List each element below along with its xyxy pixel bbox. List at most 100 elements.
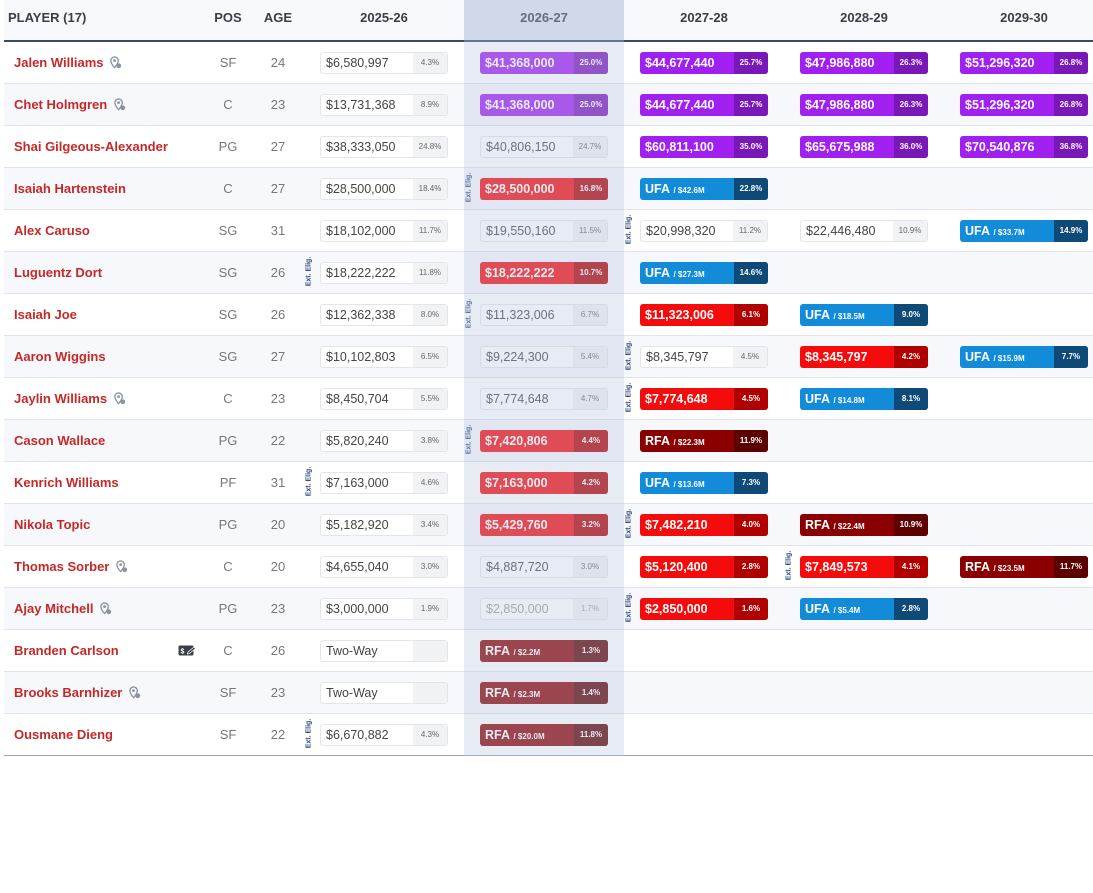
player-name-link[interactable]: Nikola Topic (14, 504, 90, 545)
salary-cell[interactable]: $5,120,400 2.8% (640, 556, 768, 578)
salary-cell[interactable]: $70,540,876 36.8% (960, 136, 1088, 158)
player-name-link[interactable]: Isaiah Hartenstein (14, 168, 126, 209)
player-name[interactable]: Ajay Mitchell (14, 601, 93, 616)
player-name-link[interactable]: Cason Wallace (14, 420, 105, 461)
salary-cell[interactable]: $41,368,000 25.0% (480, 52, 608, 74)
player-name-link[interactable]: Ousmane Dieng (14, 714, 113, 755)
player-name[interactable]: Luguentz Dort (14, 265, 102, 280)
header-season-2029-30[interactable]: 2029-30 (944, 0, 1093, 40)
salary-cell[interactable]: UFA / $14.8M 8.1% (800, 388, 928, 410)
salary-cell[interactable]: $6,580,997 4.3% (320, 52, 448, 74)
salary-cell[interactable]: RFA / $22.4M 10.9% (800, 514, 928, 536)
player-name[interactable]: Cason Wallace (14, 433, 105, 448)
player-name-link[interactable]: Thomas Sorber (14, 546, 128, 587)
header-season-2026-27[interactable]: 2026-27 (464, 0, 624, 40)
salary-cell[interactable]: $5,429,760 3.2% (480, 514, 608, 536)
player-name-link[interactable]: Aaron Wiggins (14, 336, 106, 377)
salary-cell[interactable]: Two-Way (320, 640, 448, 662)
player-name[interactable]: Nikola Topic (14, 517, 90, 532)
player-name-link[interactable]: Alex Caruso (14, 210, 90, 251)
player-name-link[interactable]: Shai Gilgeous-Alexander (14, 126, 168, 167)
salary-cell[interactable]: $13,731,368 8.9% (320, 94, 448, 116)
player-name-link[interactable]: Brooks Barnhizer (14, 672, 141, 713)
salary-cell[interactable]: $7,163,000 4.6% (320, 472, 448, 494)
salary-cell[interactable]: $19,550,160 11.5% (480, 220, 608, 242)
salary-cell[interactable]: UFA / $13.6M 7.3% (640, 472, 768, 494)
salary-cell[interactable]: $7,774,648 4.5% (640, 388, 768, 410)
salary-cell[interactable]: $7,482,210 4.0% (640, 514, 768, 536)
salary-cell[interactable]: RFA / $23.5M 11.7% (960, 556, 1088, 578)
player-name[interactable]: Brooks Barnhizer (14, 685, 122, 700)
salary-cell[interactable]: $10,102,803 6.5% (320, 346, 448, 368)
salary-cell[interactable]: $40,806,150 24.7% (480, 136, 608, 158)
salary-cell[interactable]: $18,222,222 11.8% (320, 262, 448, 284)
player-name[interactable]: Thomas Sorber (14, 559, 109, 574)
player-name[interactable]: Kenrich Williams (14, 475, 119, 490)
salary-cell[interactable]: $4,655,040 3.0% (320, 556, 448, 578)
header-age[interactable]: AGE (258, 0, 298, 40)
salary-cell[interactable]: $47,986,880 26.3% (800, 52, 928, 74)
player-name-link[interactable]: Kenrich Williams (14, 462, 119, 503)
player-name-link[interactable]: Ajay Mitchell (14, 588, 112, 629)
salary-cell[interactable]: $44,677,440 25.7% (640, 94, 768, 116)
salary-cell[interactable]: $20,998,320 11.2% (640, 220, 768, 242)
salary-cell[interactable]: UFA / $42.6M 22.8% (640, 178, 768, 200)
salary-cell[interactable]: $47,986,880 26.3% (800, 94, 928, 116)
player-name[interactable]: Chet Holmgren (14, 97, 107, 112)
player-name[interactable]: Ousmane Dieng (14, 727, 113, 742)
salary-cell[interactable]: $41,368,000 25.0% (480, 94, 608, 116)
salary-cell[interactable]: RFA / $20.0M 11.8% (480, 724, 608, 746)
player-name[interactable]: Jaylin Williams (14, 391, 107, 406)
player-name[interactable]: Jalen Williams (14, 55, 103, 70)
header-player[interactable]: PLAYER (17) (8, 0, 86, 40)
salary-cell[interactable]: RFA / $22.3M 11.9% (640, 430, 768, 452)
salary-cell[interactable]: $7,420,806 4.4% (480, 430, 608, 452)
player-name-link[interactable]: Jalen Williams (14, 42, 122, 83)
salary-cell[interactable]: $18,222,222 10.7% (480, 262, 608, 284)
salary-cell[interactable]: RFA / $2.3M 1.4% (480, 682, 608, 704)
salary-cell[interactable]: $5,182,920 3.4% (320, 514, 448, 536)
salary-cell[interactable]: $2,850,000 1.7% (480, 598, 608, 620)
salary-cell[interactable]: $7,163,000 4.2% (480, 472, 608, 494)
salary-cell[interactable]: $44,677,440 25.7% (640, 52, 768, 74)
salary-cell[interactable]: $51,296,320 26.8% (960, 52, 1088, 74)
salary-cell[interactable]: $51,296,320 26.8% (960, 94, 1088, 116)
salary-cell[interactable]: $11,323,006 6.7% (480, 304, 608, 326)
salary-cell[interactable]: UFA / $33.7M 14.9% (960, 220, 1088, 242)
player-name-link[interactable]: Jaylin Williams (14, 378, 126, 419)
player-name[interactable]: Aaron Wiggins (14, 349, 106, 364)
header-pos[interactable]: POS (208, 0, 248, 40)
player-name-link[interactable]: Isaiah Joe (14, 294, 77, 335)
salary-cell[interactable]: $6,670,882 4.3% (320, 724, 448, 746)
salary-cell[interactable]: $38,333,050 24.8% (320, 136, 448, 158)
salary-cell[interactable]: $65,675,988 36.0% (800, 136, 928, 158)
player-name-link[interactable]: Chet Holmgren (14, 84, 126, 125)
salary-cell[interactable]: $7,774,648 4.7% (480, 388, 608, 410)
salary-cell[interactable]: RFA / $2.2M 1.3% (480, 640, 608, 662)
salary-cell[interactable]: $9,224,300 5.4% (480, 346, 608, 368)
salary-cell[interactable]: $7,849,573 4.1% (800, 556, 928, 578)
salary-cell[interactable]: $3,000,000 1.9% (320, 598, 448, 620)
salary-cell[interactable]: UFA / $5.4M 2.8% (800, 598, 928, 620)
salary-cell[interactable]: $18,102,000 11.7% (320, 220, 448, 242)
salary-cell[interactable]: $8,345,797 4.5% (640, 346, 768, 368)
salary-cell[interactable]: UFA / $15.9M 7.7% (960, 346, 1088, 368)
header-season-2027-28[interactable]: 2027-28 (624, 0, 784, 40)
player-name[interactable]: Alex Caruso (14, 223, 90, 238)
salary-cell[interactable]: $2,850,000 1.6% (640, 598, 768, 620)
salary-cell[interactable]: $5,820,240 3.8% (320, 430, 448, 452)
player-name[interactable]: Isaiah Joe (14, 307, 77, 322)
player-name[interactable]: Isaiah Hartenstein (14, 181, 126, 196)
salary-cell[interactable]: $12,362,338 8.0% (320, 304, 448, 326)
salary-cell[interactable]: $60,811,100 35.0% (640, 136, 768, 158)
header-season-2025-26[interactable]: 2025-26 (304, 0, 464, 40)
player-name-link[interactable]: Luguentz Dort (14, 252, 102, 293)
salary-cell[interactable]: $11,323,006 6.1% (640, 304, 768, 326)
salary-cell[interactable]: UFA / $27.3M 14.6% (640, 262, 768, 284)
salary-cell[interactable]: $8,450,704 5.5% (320, 388, 448, 410)
header-season-2028-29[interactable]: 2028-29 (784, 0, 944, 40)
player-name[interactable]: Shai Gilgeous-Alexander (14, 139, 168, 154)
player-name[interactable]: Branden Carlson (14, 643, 119, 658)
salary-cell[interactable]: $28,500,000 18.4% (320, 178, 448, 200)
salary-cell[interactable]: $8,345,797 4.2% (800, 346, 928, 368)
